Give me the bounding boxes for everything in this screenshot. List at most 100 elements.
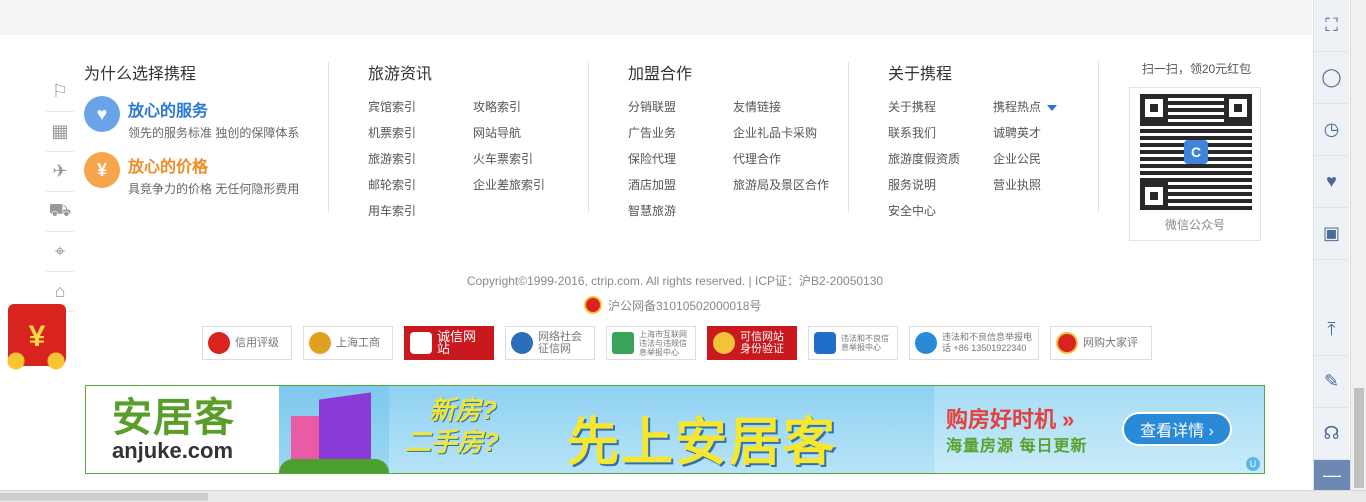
location-pin-icon[interactable]: ⌖: [46, 232, 74, 272]
footer-link[interactable]: 营业执照: [993, 176, 1103, 194]
flag-icon[interactable]: ⚐: [46, 72, 74, 112]
anjuke-brand: 安居客 anjuke.com: [86, 386, 279, 473]
briefcase-icon[interactable]: ▣: [1314, 208, 1349, 260]
why-choose-section: 为什么选择携程 ♥ 放心的服务 领先的服务标准 独创的保障体系 ¥ 放心的价格 …: [84, 60, 324, 208]
why-title: 为什么选择携程: [84, 66, 197, 83]
business-license-badge[interactable]: 上海工商: [303, 326, 393, 360]
phone-icon: [915, 332, 937, 354]
history-icon[interactable]: ◷: [1314, 104, 1349, 156]
badge-label: 信用评级: [235, 337, 279, 349]
top-band: [0, 0, 1312, 35]
heart-icon[interactable]: ♥: [1314, 156, 1349, 208]
footer-link[interactable]: 旅游索引: [368, 150, 473, 168]
report-center-icon: [814, 332, 836, 354]
footer-link[interactable]: 宾馆索引: [368, 98, 473, 116]
footer-link[interactable]: 旅游度假资质: [888, 150, 993, 168]
footer-link[interactable]: 网站导航: [473, 124, 583, 142]
scrollbar-thumb[interactable]: [0, 493, 208, 501]
about-column: 关于携程 关于携程 携程热点 联系我们 诚聘英才 旅游度假资质 企业公民 服务说…: [888, 60, 1103, 220]
promo-text: 手机预订 更便宜: [2, 382, 78, 422]
edit-icon[interactable]: ✎: [1314, 356, 1349, 408]
footer-link[interactable]: 火车票索引: [473, 150, 583, 168]
horizontal-scrollbar[interactable]: [0, 490, 1366, 502]
building-icon[interactable]: ▦: [46, 112, 74, 152]
banner-main: 新房? 二手房? 先上安居客: [389, 386, 934, 473]
caret-down-icon: [1047, 104, 1058, 111]
footer-link[interactable]: 攻略索引: [473, 98, 583, 116]
column-title: 加盟合作: [628, 66, 693, 83]
qr-code-image: C: [1140, 94, 1252, 210]
column-title: 关于携程: [888, 66, 953, 83]
emblem-icon: [1056, 332, 1078, 354]
social-credit-badge[interactable]: 网络社会征信网: [505, 326, 595, 360]
view-details-button[interactable]: 查看详情 ›: [1122, 412, 1232, 446]
service-title: 放心的服务: [128, 103, 209, 120]
banner-questions: 新房? 二手房?: [405, 394, 499, 458]
shopping-review-badge[interactable]: 网购大家评: [1050, 326, 1152, 360]
car-icon[interactable]: ⛟: [46, 192, 74, 232]
footer-link[interactable]: 企业差旅索引: [473, 176, 583, 194]
footer-link[interactable]: 智慧旅游: [628, 202, 733, 220]
footer-link[interactable]: 企业礼品卡采购: [733, 124, 843, 142]
badge-label: 上海市互联网违法与违规信息举报中心: [639, 329, 687, 357]
buildings-illustration: [279, 386, 389, 473]
footer-link[interactable]: 服务说明: [888, 176, 993, 194]
back-to-top-icon[interactable]: ⤒: [1314, 304, 1349, 356]
plane-icon[interactable]: ✈: [46, 152, 74, 192]
qr-caption: 扫一扫，领20元红包: [1141, 62, 1252, 76]
page: ⚐ ▦ ✈ ⛟ ⌖ ⌂ ¥ 手机预订 更便宜 › 为什么选择携程 ♥ 放心的服务…: [0, 0, 1366, 502]
footer-link[interactable]: 关于携程: [888, 98, 993, 116]
footer-link[interactable]: 诚聘英才: [993, 124, 1103, 142]
footer-link[interactable]: 邮轮索引: [368, 176, 473, 194]
qr-box: C 微信公众号: [1129, 87, 1261, 241]
footer-link[interactable]: 友情链接: [733, 98, 843, 116]
footer-link[interactable]: 联系我们: [888, 124, 993, 142]
hot-topics-dropdown[interactable]: 携程热点: [993, 98, 1103, 116]
certification-badges: 信用评级 上海工商 诚信网站 网络社会征信网 上海市互联网违法与违规信息举报中心…: [202, 326, 1152, 360]
scan-icon[interactable]: ⛶: [1314, 0, 1349, 52]
report-center-badge[interactable]: 违法和不良信息举报中心: [808, 326, 898, 360]
anjuke-ad-banner[interactable]: 安居客 anjuke.com 新房? 二手房? 先上安居客 购房好时机 » 海量…: [85, 385, 1265, 474]
price-promise: ¥ 放心的价格 具竞争力的价格 无任何隐形费用: [84, 152, 324, 208]
column-divider: [328, 62, 329, 212]
ctrip-logo-icon: C: [1184, 140, 1208, 164]
trusted-website-badge[interactable]: 可信网站身份验证: [707, 326, 797, 360]
hot-topics-label: 携程热点: [993, 100, 1042, 114]
scrollbar-thumb[interactable]: [1354, 388, 1364, 488]
footer-link[interactable]: 机票索引: [368, 124, 473, 142]
xin-icon: [410, 332, 432, 354]
badge-label: 网购大家评: [1083, 337, 1138, 349]
footer-link[interactable]: 旅游局及景区合作: [733, 176, 843, 194]
wechat-qr-section: 扫一扫，领20元红包 C 微信公众号: [1129, 60, 1264, 241]
footer-link[interactable]: 安全中心: [888, 202, 993, 220]
promo-line2: 更便宜: [15, 403, 64, 420]
copyright-text: Copyright©1999-2016, ctrip.com. All righ…: [466, 274, 884, 288]
report-phone-badge[interactable]: 违法和不良信息举报电话 +86 13501922340: [909, 326, 1039, 360]
footer-link[interactable]: 用车索引: [368, 202, 473, 220]
footer-link[interactable]: 酒店加盟: [628, 176, 733, 194]
credit-rating-badge[interactable]: 信用评级: [202, 326, 292, 360]
qr-corner: [1140, 182, 1168, 210]
user-icon[interactable]: ◯: [1314, 52, 1349, 104]
footer-link[interactable]: 企业公民: [993, 150, 1103, 168]
column-divider: [588, 62, 589, 212]
footer-link[interactable]: 分销联盟: [628, 98, 733, 116]
integrity-website-badge[interactable]: 诚信网站: [404, 326, 494, 360]
service-desc: 领先的服务标准 独创的保障体系: [128, 126, 300, 140]
qr-corner: [1140, 94, 1168, 122]
footer-link[interactable]: 代理合作: [733, 150, 843, 168]
badge-label: 违法和不良信息举报中心: [841, 334, 889, 352]
coins-icon: [0, 350, 80, 372]
qr-subtitle: 微信公众号: [1164, 218, 1225, 232]
report-icon: [612, 332, 634, 354]
police-registration[interactable]: 沪公网备31010502000018号: [584, 296, 761, 314]
footer-link[interactable]: 保险代理: [628, 150, 733, 168]
footer-link[interactable]: 广告业务: [628, 124, 733, 142]
headset-icon[interactable]: ☊: [1314, 408, 1349, 460]
credit-seal-icon: [208, 332, 230, 354]
illegal-info-report-badge[interactable]: 上海市互联网违法与违规信息举报中心: [606, 326, 696, 360]
vertical-scrollbar[interactable]: [1350, 0, 1366, 490]
emblem-icon: [309, 332, 331, 354]
minimize-icon[interactable]: —: [1314, 460, 1350, 490]
police-registration-text: 沪公网备31010502000018号: [608, 298, 762, 313]
